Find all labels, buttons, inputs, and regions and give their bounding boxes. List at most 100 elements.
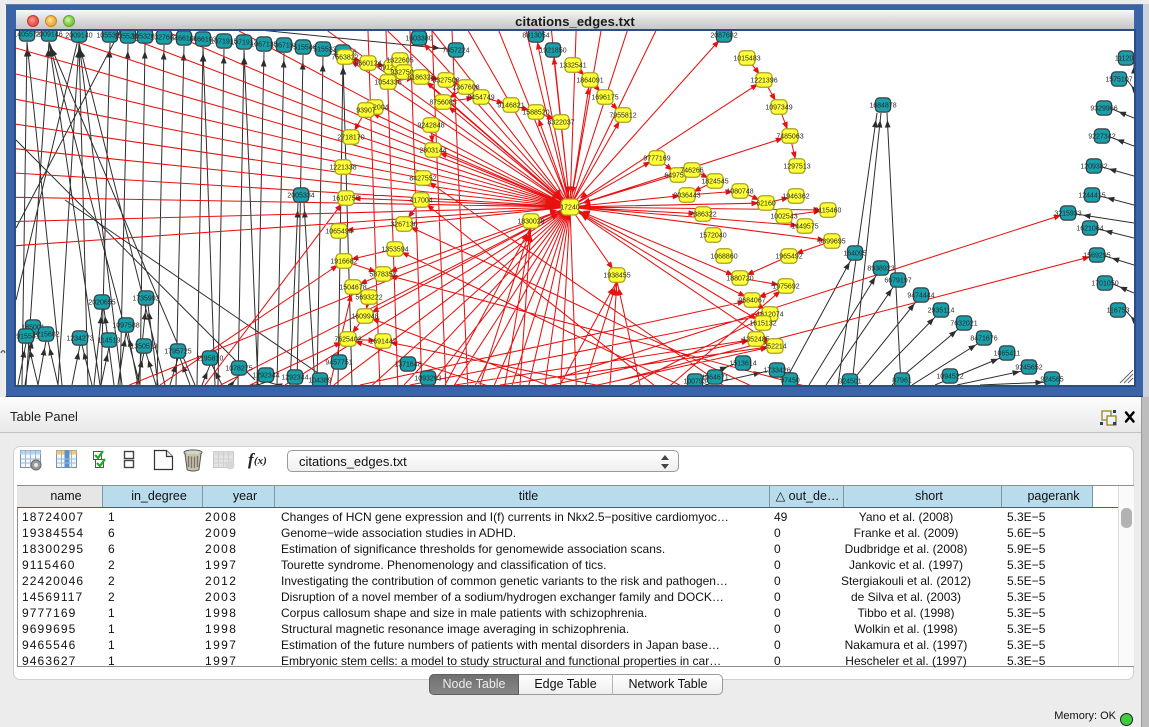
svg-text:9899695: 9899695 (818, 238, 845, 245)
svg-text:7625402: 7625402 (334, 336, 361, 343)
svg-text:1575107: 1575107 (1105, 76, 1132, 83)
svg-text:2020655: 2020655 (88, 299, 115, 306)
svg-text:7632021: 7632021 (950, 320, 977, 327)
svg-text:116753: 116753 (1107, 307, 1130, 314)
svg-text:1735992: 1735992 (132, 295, 159, 302)
svg-text:1938455: 1938455 (603, 272, 630, 279)
svg-text:1015483: 1015483 (733, 55, 760, 62)
svg-text:9245652: 9245652 (1015, 364, 1042, 371)
svg-text:2803144: 2803144 (419, 147, 446, 154)
svg-text:1297513: 1297513 (783, 163, 810, 170)
svg-text:1830029: 1830029 (517, 218, 544, 225)
svg-text:104389: 104389 (308, 377, 331, 384)
svg-text:100793: 100793 (683, 378, 706, 385)
svg-text:1921850: 1921850 (539, 47, 566, 54)
svg-text:17240: 17240 (560, 204, 580, 211)
svg-text:1449575: 1449575 (791, 223, 818, 230)
svg-text:1332541: 1332541 (559, 62, 586, 69)
svg-text:164095: 164095 (843, 250, 866, 257)
svg-text:8756085: 8756085 (429, 99, 456, 106)
svg-text:9146821: 9146821 (497, 102, 524, 109)
svg-text:1322605: 1322605 (386, 57, 413, 64)
svg-text:1065411: 1065411 (994, 350, 1021, 357)
svg-text:1621064: 1621064 (1076, 225, 1103, 232)
svg-text:1701050: 1701050 (1091, 280, 1118, 287)
svg-text:8471676: 8471676 (970, 335, 997, 342)
svg-text:1684878: 1684878 (869, 102, 896, 109)
svg-text:924501: 924501 (838, 378, 861, 385)
svg-text:1609948: 1609948 (351, 313, 378, 320)
svg-text:1916682: 1916682 (330, 258, 357, 265)
svg-text:1880720: 1880720 (726, 275, 753, 282)
svg-text:1824545: 1824545 (701, 178, 728, 185)
svg-text:9777169: 9777169 (643, 155, 670, 162)
svg-text:1195810: 1195810 (197, 355, 224, 362)
svg-text:7485063: 7485063 (776, 133, 803, 140)
svg-text:(x): (x) (254, 455, 267, 467)
svg-text:1221396: 1221396 (750, 77, 777, 84)
svg-text:8427552: 8427552 (409, 175, 436, 182)
svg-text:1691447: 1691447 (369, 338, 396, 345)
svg-text:1864091: 1864091 (576, 77, 603, 84)
svg-text:1002543: 1002543 (770, 213, 797, 220)
svg-text:1080748: 1080748 (726, 188, 753, 195)
svg-text:2087682: 2087682 (710, 32, 737, 39)
svg-text:1588520: 1588520 (522, 109, 549, 116)
svg-text:8813054: 8813054 (522, 32, 549, 39)
svg-text:1054336: 1054336 (374, 79, 401, 86)
svg-text:1093293: 1093293 (414, 375, 441, 382)
svg-text:1068860: 1068860 (710, 253, 737, 260)
svg-text:2718170: 2718170 (337, 134, 364, 141)
svg-text:1352485: 1352485 (742, 336, 769, 343)
svg-text:1975692: 1975692 (772, 283, 799, 290)
svg-text:1513614: 1513614 (729, 360, 756, 367)
svg-text:1292344: 1292344 (252, 372, 279, 379)
svg-text:1209382: 1209382 (1080, 163, 1107, 170)
svg-text:1065494: 1065494 (325, 228, 352, 235)
svg-text:1234273: 1234273 (66, 335, 93, 342)
svg-text:111204: 111204 (1115, 55, 1134, 62)
svg-text:252214: 252214 (763, 343, 786, 350)
svg-text:9684067: 9684067 (738, 297, 765, 304)
svg-text:2009146: 2009146 (35, 31, 62, 38)
svg-text:746266: 746266 (680, 167, 703, 174)
svg-text:2036443: 2036443 (673, 192, 700, 199)
svg-text:9115460: 9115460 (815, 207, 842, 214)
svg-text:7386322: 7386322 (689, 211, 716, 218)
svg-text:62160: 62160 (756, 200, 776, 207)
svg-text:1215682: 1215682 (32, 331, 59, 338)
svg-text:2935114: 2935114 (928, 307, 955, 314)
svg-text:8322037: 8322037 (547, 119, 574, 126)
svg-text:1615132: 1615132 (749, 320, 776, 327)
svg-text:9227342: 9227342 (1088, 133, 1115, 140)
svg-text:87961: 87961 (892, 377, 912, 384)
svg-text:5878352: 5878352 (369, 271, 396, 278)
svg-text:9242848: 9242848 (417, 122, 444, 129)
svg-text:1292344: 1292344 (281, 374, 308, 381)
svg-text:2005334: 2005334 (287, 192, 314, 199)
svg-text:114519: 114519 (98, 337, 121, 344)
svg-text:2009140: 2009140 (65, 32, 92, 39)
svg-text:7955812: 7955812 (609, 112, 636, 119)
svg-text:1733426: 1733426 (763, 367, 790, 374)
svg-text:3215933: 3215933 (1054, 210, 1081, 217)
svg-text:1965492: 1965492 (775, 253, 802, 260)
svg-text:1350513: 1350513 (130, 343, 157, 350)
svg-text:7857224: 7857224 (442, 47, 469, 54)
svg-text:1610755: 1610755 (332, 195, 359, 202)
svg-text:9474444: 9474444 (907, 292, 934, 299)
svg-text:1569295: 1569295 (1083, 252, 1110, 259)
svg-text:3267130: 3267130 (390, 221, 417, 228)
svg-text:1094522: 1094522 (936, 373, 963, 380)
svg-text:1603380: 1603380 (405, 35, 432, 42)
svg-text:9329966: 9329966 (1090, 105, 1117, 112)
svg-text:97450: 97450 (780, 377, 800, 384)
svg-text:1795725: 1795725 (164, 348, 191, 355)
svg-text:1244415: 1244415 (1078, 192, 1105, 199)
svg-text:1572040: 1572040 (699, 232, 726, 239)
svg-text:8454749: 8454749 (467, 94, 494, 101)
svg-text:6679197: 6679197 (884, 277, 911, 284)
svg-text:1221338: 1221338 (329, 164, 356, 171)
svg-text:9457751: 9457751 (325, 359, 352, 366)
svg-text:5693222: 5693222 (355, 294, 382, 301)
